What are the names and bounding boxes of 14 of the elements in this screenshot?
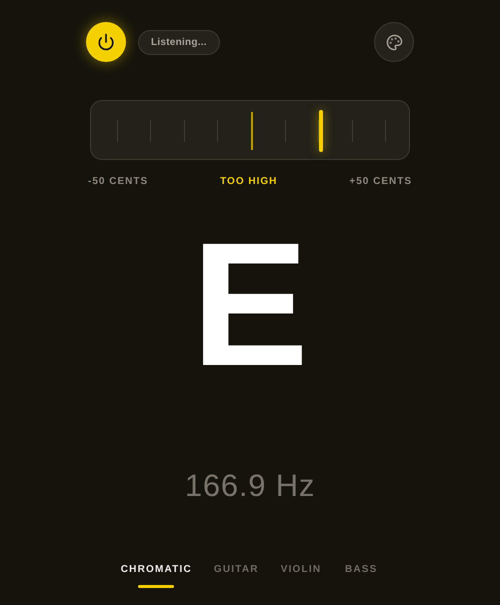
- instrument-tab[interactable]: CHROMATIC: [120, 562, 192, 588]
- power-button[interactable]: [86, 22, 126, 62]
- palette-button[interactable]: [374, 22, 414, 62]
- note-name: E: [191, 217, 309, 393]
- frequency-reading: 166.9 Hz: [184, 467, 316, 505]
- status-badge: Listening...: [138, 30, 220, 54]
- sharp-label: +50 CENTS: [349, 175, 412, 189]
- instrument-tab[interactable]: GUITAR: [214, 562, 259, 588]
- power-icon: [97, 33, 115, 51]
- instrument-tab[interactable]: VIOLIN: [280, 562, 322, 588]
- pitch-status: TOO HIGH: [220, 175, 278, 189]
- flat-label: -50 CENTS: [88, 175, 148, 189]
- palette-icon: [386, 34, 402, 50]
- instrument-tab[interactable]: BASS: [343, 562, 380, 588]
